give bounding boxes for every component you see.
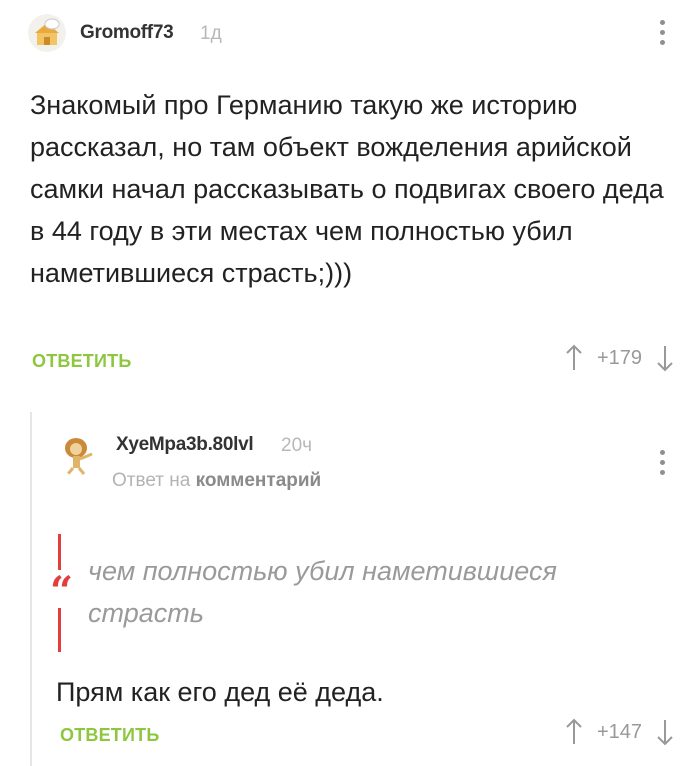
comment-text: Знакомый про Германию такую же историю р… xyxy=(30,90,664,288)
quoted-text: чем полностью убил наметившиеся страсть xyxy=(88,556,557,628)
more-vertical-icon[interactable] xyxy=(660,20,666,50)
reply-to-label: Ответ на комментарий xyxy=(112,470,321,492)
vote-controls: +179 xyxy=(565,344,674,372)
quote-icon: “ xyxy=(50,568,74,615)
reply-button[interactable]: ОТВЕТИТЬ xyxy=(60,725,159,746)
rating-value: +147 xyxy=(596,720,642,743)
avatar[interactable] xyxy=(56,432,100,476)
rating-value: +179 xyxy=(596,346,642,369)
arrow-down-icon[interactable] xyxy=(656,344,674,372)
arrow-up-icon[interactable] xyxy=(565,718,583,746)
username[interactable]: XyeMpa3b.80lvl xyxy=(116,434,254,456)
vote-controls: +147 xyxy=(565,718,674,746)
thread-line[interactable] xyxy=(30,412,32,766)
reply-prefix: Ответ на xyxy=(112,470,191,491)
timestamp: 1д xyxy=(200,23,222,44)
quote-bar xyxy=(58,608,61,652)
comment-text: Прям как его дед её деда. xyxy=(56,677,384,707)
reply-button[interactable]: ОТВЕТИТЬ xyxy=(32,351,131,372)
arrow-down-icon[interactable] xyxy=(656,718,674,746)
more-vertical-icon[interactable] xyxy=(660,450,666,480)
avatar[interactable] xyxy=(28,14,66,52)
username[interactable]: Gromoff73 xyxy=(80,22,174,44)
arrow-up-icon[interactable] xyxy=(565,344,583,372)
reply-comment: XyeMpa3b.80lvl 20ч Ответ на комментарий … xyxy=(0,400,700,766)
quote-bar xyxy=(58,534,61,570)
comment: Gromoff73 1д Знакомый про Германию такую… xyxy=(0,0,700,400)
timestamp: 20ч xyxy=(281,435,313,456)
reply-target-link[interactable]: комментарий xyxy=(196,470,322,491)
